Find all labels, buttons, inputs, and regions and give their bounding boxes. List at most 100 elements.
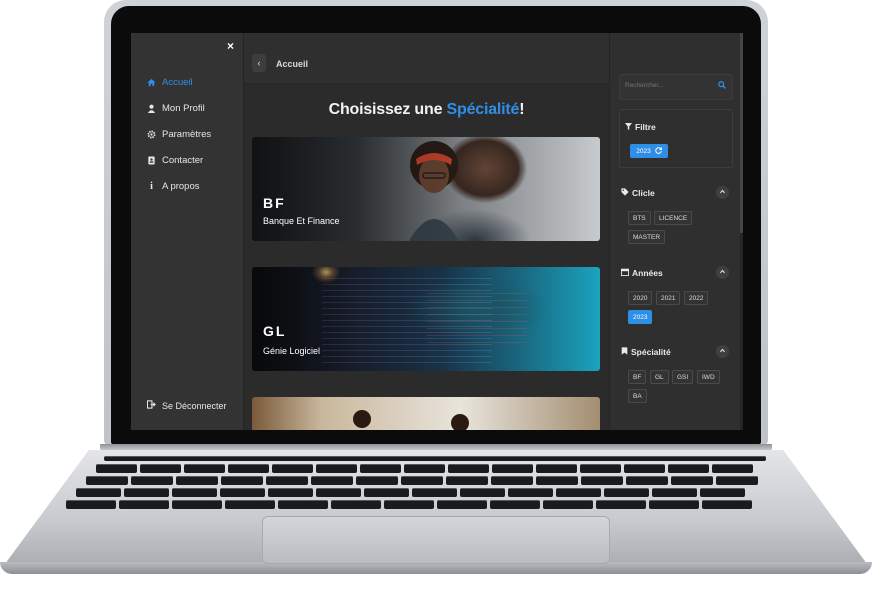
calendar-icon — [620, 268, 630, 278]
cycle-section-title: Clicle — [621, 188, 655, 198]
chevron-up-icon — [719, 188, 726, 197]
keyboard-key — [581, 476, 623, 485]
keyboard-key — [624, 464, 665, 473]
year-option-2021[interactable]: 2021 — [656, 291, 681, 305]
user-icon — [147, 104, 156, 113]
speciality-option-iwd[interactable]: IWD — [697, 370, 720, 384]
filter-panel: Filtre 2023 Clicle BTS LICENCE MASTER An… — [609, 33, 743, 430]
keyboard-key — [316, 488, 361, 497]
keyboard-key — [220, 488, 265, 497]
sidebar-item-parametres[interactable]: Paramètres — [147, 129, 211, 140]
years-section-title: Années — [620, 268, 663, 278]
filter-title-text: Filtre — [635, 122, 656, 132]
cycle-title: Clicle — [632, 188, 655, 198]
gear-icon — [147, 130, 156, 139]
keyboard-key — [626, 476, 668, 485]
card-code: GL — [263, 323, 287, 339]
keyboard-key — [96, 464, 137, 473]
cycle-collapse-button[interactable] — [716, 186, 729, 199]
laptop-keyboard — [0, 452, 872, 512]
speciality-card-3[interactable] — [252, 397, 600, 430]
scrollbar-thumb[interactable] — [740, 33, 743, 233]
keyboard-key — [172, 500, 222, 509]
sidebar-item-label: A propos — [162, 181, 200, 192]
scrollbar[interactable] — [740, 33, 743, 430]
filter-icon — [625, 122, 632, 132]
year-option-2022[interactable]: 2022 — [684, 291, 709, 305]
sidebar-item-accueil[interactable]: Accueil — [147, 77, 193, 88]
search-input[interactable] — [625, 82, 705, 89]
sidebar: × Accueil Mon Profil Paramètres Contacte… — [131, 33, 244, 430]
speciality-option-bf[interactable]: BF — [628, 370, 647, 384]
sidebar-item-apropos[interactable]: i A propos — [147, 181, 200, 192]
speciality-collapse-button[interactable] — [716, 345, 729, 358]
card-photo — [353, 410, 469, 430]
active-year: 2023 — [636, 147, 651, 155]
trackpad — [262, 516, 610, 564]
keyboard-key — [604, 488, 649, 497]
keyboard-key — [172, 488, 217, 497]
refresh-icon[interactable] — [655, 146, 662, 156]
year-option-2020[interactable]: 2020 — [628, 291, 653, 305]
speciality-option-ba[interactable]: BA — [628, 389, 647, 403]
main-content: Choisissez une Spécialité! BF Banque Et … — [244, 84, 609, 430]
keyboard-key — [712, 464, 753, 473]
years-title: Années — [632, 268, 663, 278]
speciality-card-bf[interactable]: BF Banque Et Finance — [252, 137, 600, 241]
close-icon[interactable]: × — [227, 39, 234, 53]
year-option-2023[interactable]: 2023 — [628, 310, 653, 324]
home-icon — [147, 78, 156, 87]
speciality-title: Spécialité — [631, 347, 671, 357]
keyboard-key — [702, 500, 752, 509]
sidebar-item-profil[interactable]: Mon Profil — [147, 103, 205, 114]
keyboard-key — [404, 464, 445, 473]
logout-label: Se Déconnecter — [162, 400, 227, 411]
keyboard-key — [384, 500, 434, 509]
bookmark-icon — [621, 347, 628, 357]
keyboard-key — [556, 488, 601, 497]
title-text: Choisissez une — [328, 101, 447, 118]
keyboard-key — [668, 464, 709, 473]
keyboard-key — [543, 500, 593, 509]
tag-icon — [621, 188, 629, 198]
logout-button[interactable]: Se Déconnecter — [146, 400, 227, 411]
keyboard-key — [412, 488, 457, 497]
keyboard-key — [490, 500, 540, 509]
speciality-option-gsi[interactable]: GSI — [672, 370, 694, 384]
top-bar: ‹ Accueil — [244, 33, 609, 84]
keyboard-key — [536, 476, 578, 485]
sidebar-item-contacter[interactable]: Contacter — [147, 155, 203, 166]
keyboard-key — [140, 464, 181, 473]
page-title: Choisissez une Spécialité! — [244, 101, 609, 119]
active-year-tag[interactable]: 2023 — [630, 144, 668, 158]
keyboard-key — [364, 488, 409, 497]
back-button[interactable]: ‹ — [252, 54, 266, 72]
keyboard-key — [700, 488, 745, 497]
years-collapse-button[interactable] — [716, 266, 729, 279]
keyboard-key — [446, 476, 488, 485]
keyboard-key — [266, 476, 308, 485]
app-screen: × Accueil Mon Profil Paramètres Contacte… — [131, 33, 743, 430]
filter-title: Filtre — [625, 122, 656, 132]
cycle-option-licence[interactable]: LICENCE — [654, 211, 693, 225]
cycle-option-bts[interactable]: BTS — [628, 211, 651, 225]
keyboard-key — [86, 476, 128, 485]
keyboard-key — [356, 476, 398, 485]
keyboard-key — [671, 476, 713, 485]
speciality-option-gl[interactable]: GL — [650, 370, 669, 384]
keyboard-key — [716, 476, 758, 485]
speciality-card-gl[interactable]: GL Génie Logiciel — [252, 267, 600, 371]
card-title: Génie Logiciel — [263, 346, 321, 356]
chevron-up-icon — [719, 347, 726, 356]
cycle-option-master[interactable]: MASTER — [628, 230, 666, 244]
sidebar-item-label: Mon Profil — [162, 103, 205, 114]
card-title: Banque Et Finance — [263, 216, 340, 226]
keyboard-key — [596, 500, 646, 509]
sidebar-item-label: Contacter — [162, 155, 204, 166]
keyboard-key — [460, 488, 505, 497]
sidebar-item-label: Paramètres — [162, 129, 212, 140]
keyboard-key — [649, 500, 699, 509]
keyboard-key — [221, 476, 263, 485]
search-icon[interactable] — [718, 81, 726, 91]
keyboard-key — [225, 500, 275, 509]
